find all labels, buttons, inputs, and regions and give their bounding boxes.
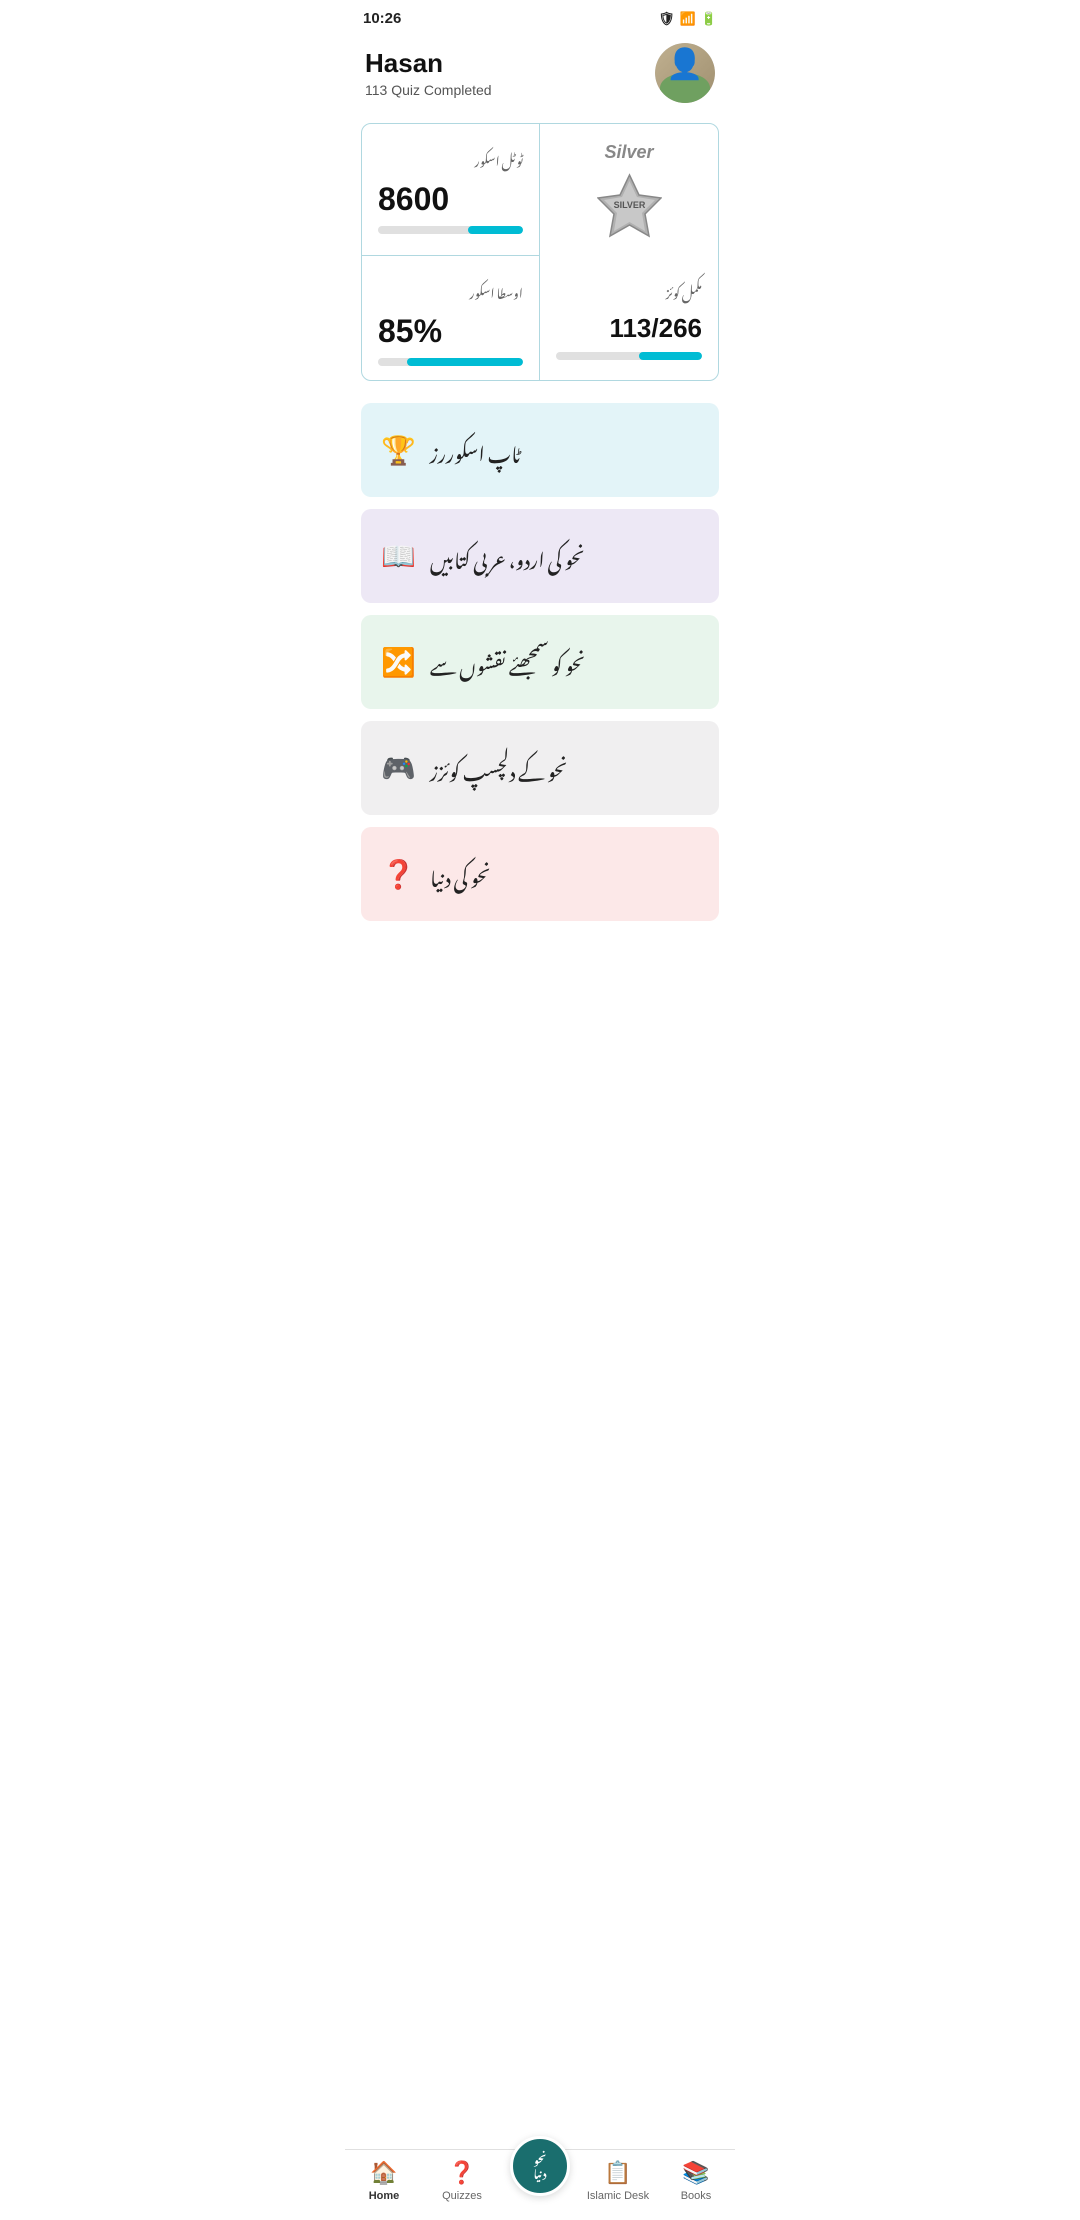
total-score-value: 8600	[378, 181, 523, 218]
quizzes-value: 113/266	[556, 313, 702, 344]
home-icon: 🏠	[370, 2160, 397, 2186]
total-score-label: ٹوٹل اسکور	[378, 142, 523, 175]
nahw-duniya-label: نحو کی دنیا	[430, 849, 491, 899]
maps-card[interactable]: نحو کو سمجھئے نقشوں سے 🔀	[361, 615, 719, 709]
quizzes-card[interactable]: نحو کے دلچسپ کوئزز 🎮	[361, 721, 719, 815]
maps-label: نحو کو سمجھئے نقشوں سے	[430, 637, 586, 687]
silver-badge-cell: Silver SILVER	[540, 124, 718, 256]
avg-score-label: اوسطا اسکور	[378, 274, 523, 307]
total-score-progress-bar	[378, 226, 523, 234]
nav-books[interactable]: 📚 Books	[657, 2160, 735, 2202]
avg-score-value: 85%	[378, 313, 523, 350]
svg-text:SILVER: SILVER	[613, 200, 645, 210]
status-bar: 10:26 🛡 📶 🔋	[345, 0, 735, 33]
book-icon: 📖	[381, 540, 416, 573]
home-label: Home	[369, 2190, 400, 2202]
trophy-icon: 🏆	[381, 434, 416, 467]
bottom-nav: 🏠 Home ❓ Quizzes نحو دنیا 📋 Islamic Desk…	[345, 2149, 735, 2220]
nav-center[interactable]: نحو دنیا	[501, 2164, 579, 2198]
books-nav-icon: 📚	[682, 2160, 709, 2186]
books-label: نحو کی اردو، عربی کتابیں	[430, 531, 585, 581]
quizzes-nav-icon: ❓	[448, 2160, 475, 2186]
shield-icon: 🛡	[658, 11, 675, 27]
silver-badge-icon: SILVER	[597, 173, 662, 238]
quizzes-progress-bar	[556, 352, 702, 360]
avatar-image	[655, 43, 715, 103]
quizzes-menu-label: نحو کے دلچسپ کوئزز	[430, 743, 568, 793]
total-score-progress-fill	[468, 226, 523, 234]
quizzes-nav-label: Quizzes	[442, 2190, 482, 2202]
status-icons: 🛡 📶 🔋	[658, 11, 717, 27]
username: Hasan	[365, 48, 492, 79]
islamic-desk-label: Islamic Desk	[587, 2190, 649, 2202]
books-card[interactable]: نحو کی اردو، عربی کتابیں 📖	[361, 509, 719, 603]
stats-grid: ٹوٹل اسکور 8600 Silver SILVER اوسطا اسکو…	[361, 123, 719, 381]
avg-score-progress-bar	[378, 358, 523, 366]
avg-score-progress-fill	[407, 358, 523, 366]
nahw-duniya-card[interactable]: نحو کی دنیا ❓	[361, 827, 719, 921]
top-scorers-label: ٹاپ اسکوررز	[430, 425, 521, 475]
badge-level: Silver	[604, 142, 653, 163]
quizzes-progress-fill	[639, 352, 702, 360]
header: Hasan 113 Quiz Completed	[345, 33, 735, 123]
menu-cards: ٹاپ اسکوررز 🏆 نحو کی اردو، عربی کتابیں 📖…	[361, 403, 719, 921]
books-nav-label: Books	[681, 2190, 712, 2202]
battery-icon: 🔋	[701, 11, 717, 27]
avg-score-cell: اوسطا اسکور 85%	[362, 256, 540, 380]
quiz-count: 113 Quiz Completed	[365, 82, 492, 98]
quizzes-label: مکمل کوئز	[556, 274, 702, 307]
avatar	[655, 43, 715, 103]
nav-quizzes[interactable]: ❓ Quizzes	[423, 2160, 501, 2202]
header-text: Hasan 113 Quiz Completed	[365, 48, 492, 98]
quiz-icon: 🎮	[381, 752, 416, 785]
signal-icon: 📶	[680, 11, 696, 27]
total-score-cell: ٹوٹل اسکور 8600	[362, 124, 540, 256]
nahw-duniya-circle: نحو دنیا	[510, 2136, 570, 2196]
question-icon: ❓	[381, 858, 416, 891]
status-time: 10:26	[363, 10, 401, 27]
islamic-desk-icon: 📋	[604, 2160, 631, 2186]
nav-islamic-desk[interactable]: 📋 Islamic Desk	[579, 2160, 657, 2202]
diagram-icon: 🔀	[381, 646, 416, 679]
nav-home[interactable]: 🏠 Home	[345, 2160, 423, 2202]
top-scorers-card[interactable]: ٹاپ اسکوررز 🏆	[361, 403, 719, 497]
quizzes-cell: مکمل کوئز 113/266	[540, 256, 718, 380]
